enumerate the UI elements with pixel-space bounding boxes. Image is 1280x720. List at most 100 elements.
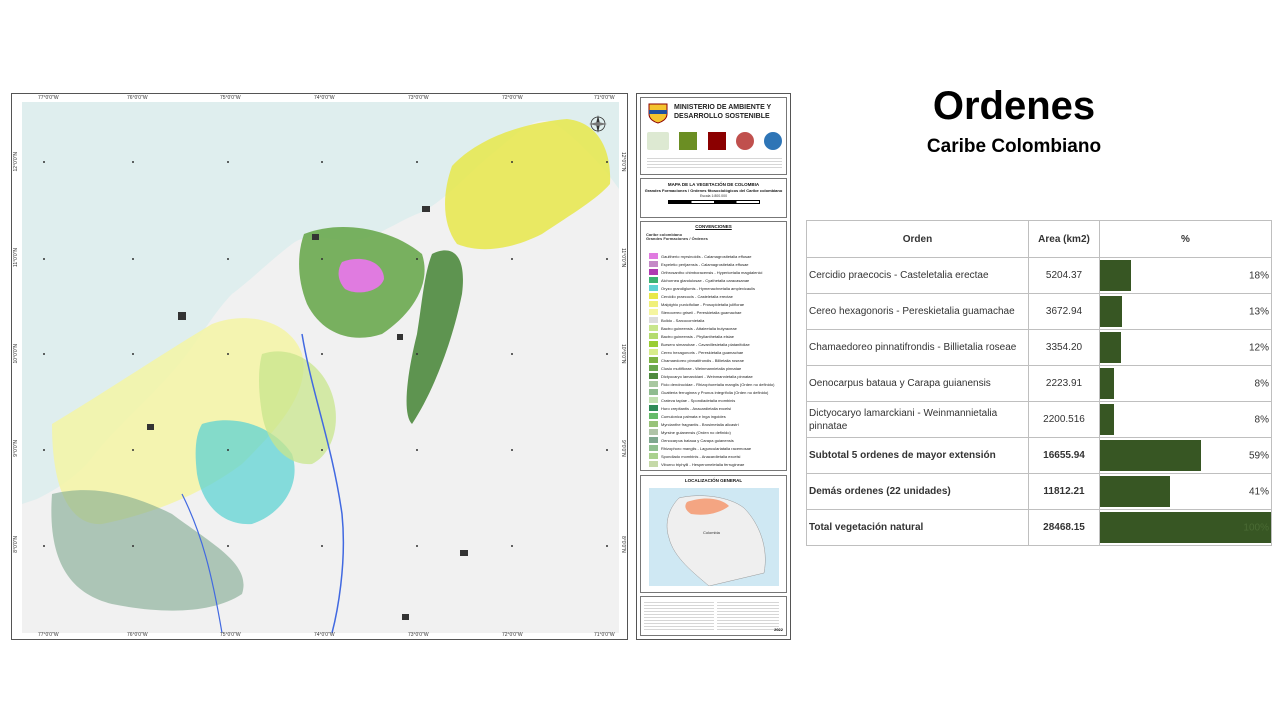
map-title-block: MAPA DE LA VEGETACIÓN DE COLOMBIA Grande… <box>640 178 787 218</box>
coord-label: 76°0'0"W <box>127 632 148 638</box>
table-row: Oenocarpus bataua y Carapa guianensis 222… <box>806 365 1272 402</box>
legend-swatch <box>649 269 658 275</box>
coord-label: 72°0'0"W <box>502 95 523 101</box>
ideam-logo-icon <box>764 132 782 150</box>
orden-name: Cercidio praecocis - Casteletalia erecta… <box>806 257 1029 294</box>
percent-cell: 41% <box>1099 473 1272 510</box>
legend-swatch <box>649 285 658 291</box>
coord-label: 9°0'0"N <box>13 440 19 457</box>
legend-swatch <box>649 357 658 363</box>
credits-text-block <box>647 156 782 170</box>
area-value: 11812.21 <box>1028 473 1100 510</box>
coord-label: 9°0'0"N <box>620 440 626 457</box>
coord-label: 8°0'0"N <box>13 536 19 553</box>
legend-label: Bursero simarubae - Cavanillesietalia pl… <box>661 341 750 347</box>
legend-item: Ficio dendrocidae - Rhizophoretalia mang… <box>649 380 774 388</box>
legend-label: Alchornea glandulosae - Cyathetalia cara… <box>661 277 750 283</box>
header-orden: Orden <box>806 220 1029 258</box>
coord-label: 75°0'0"W <box>220 632 241 638</box>
page-title: Ordenes <box>932 84 1096 128</box>
vegetation-map[interactable]: 77°0'0"W 76°0'0"W 75°0'0"W 74°0'0"W 73°0… <box>11 93 628 640</box>
coord-label: 75°0'0"W <box>220 95 241 101</box>
legend-swatch <box>649 253 658 259</box>
orden-name: Total vegetación natural <box>806 509 1029 546</box>
percent-cell: 59% <box>1099 437 1272 474</box>
institute-logo-icon <box>707 132 726 150</box>
coord-label: 74°0'0"W <box>314 95 335 101</box>
legend-label: Bactro guineensis - Phyllanthetalia elsi… <box>661 333 734 339</box>
city-marker <box>178 312 186 320</box>
coord-label: 71°0'0"W <box>594 95 615 101</box>
legend-item: Bactro guineensis - Phyllanthetalia elsi… <box>649 332 734 340</box>
legend-swatch <box>649 309 658 315</box>
conventions-block: CONVENCIONES Caribe colombiano Grandes F… <box>640 221 787 471</box>
area-value: 16655.94 <box>1028 437 1100 474</box>
legend-label: Myrsine guianensis (Orden no definido) <box>661 429 731 435</box>
institute-logo-icon <box>679 132 698 150</box>
institution-logos <box>647 130 782 152</box>
legend-item: Bolido - Sarcocornietalia <box>649 316 704 324</box>
table-row: Cereo hexagonoris - Pereskietalia guamac… <box>806 293 1272 330</box>
percent-label: 8% <box>1254 378 1269 389</box>
legend-label: Cercidio praecocis - Casteletalia erecta… <box>661 293 733 299</box>
legend-swatch <box>649 277 658 283</box>
percent-bar <box>1100 296 1123 327</box>
percent-bar <box>1100 332 1121 363</box>
coord-label: 12°0'0"N <box>620 152 626 172</box>
legend-item: Myrcianthe fragrantis - Brosimetalia ali… <box>649 420 739 428</box>
legend-swatch <box>649 413 658 419</box>
city-marker <box>460 550 468 556</box>
header-area: Area (km2) <box>1028 220 1100 258</box>
area-value: 2200.516 <box>1028 401 1100 438</box>
percent-label: 41% <box>1248 486 1269 497</box>
coord-label: 8°0'0"N <box>620 536 626 553</box>
percent-cell: 13% <box>1099 293 1272 330</box>
table-row: Demás ordenes (22 unidades) 11812.21 41% <box>806 473 1272 510</box>
page-subtitle: Caribe Colombiano <box>926 136 1102 157</box>
legend-label: Gaultherio myrsinoidis - Calamagrostieta… <box>661 253 752 259</box>
legend-label: Oryzo grandiglumis - Hymenachnetalia amp… <box>661 285 756 291</box>
area-value: 3354.20 <box>1028 329 1100 366</box>
legend-item: Chamaedoreo pinnatifrondis - Billietalia… <box>649 356 744 364</box>
table-header-row: Orden Area (km2) % <box>806 220 1272 258</box>
area-value: 28468.15 <box>1028 509 1100 546</box>
legend-swatch <box>649 317 658 323</box>
percent-label: 12% <box>1248 342 1269 353</box>
legend-swatch <box>649 325 658 331</box>
legend-label: Huro crepitantis - Anacardietalia excels… <box>661 405 732 411</box>
conventions-heading: CONVENCIONES <box>695 224 732 229</box>
location-country-label: Colombia <box>703 530 720 535</box>
legend-item: Crateva tapiae - Spondiadetalia mombinis <box>649 396 735 404</box>
legend-item: Cumulonica palmata e Inga ingoides <box>649 412 726 420</box>
legend-label: Clusio multiflorae - Weinmannietalia pin… <box>661 365 742 371</box>
percent-label: 100% <box>1243 522 1269 533</box>
legend-label: Spondiado mombinis - Anacardietalia exce… <box>661 453 741 459</box>
legend-swatch <box>649 405 658 411</box>
legend-label: Dictyocaryo lamarckiani - Weinmannietali… <box>661 373 753 379</box>
legend-item: Myrsine guianensis (Orden no definido) <box>649 428 731 436</box>
colombia-shield-icon <box>648 103 668 124</box>
legend-label: Cumulonica palmata e Inga ingoides <box>661 413 726 419</box>
legend-item: Espeletio perijaensis - Calamagrostietal… <box>649 260 749 268</box>
percent-label: 8% <box>1254 414 1269 425</box>
institute-logo-icon <box>735 132 754 150</box>
legend-label: Viburno triphylli - Hesperomeletalia fer… <box>661 461 745 467</box>
legend-swatch <box>649 301 658 307</box>
percent-bar <box>1100 260 1131 291</box>
legend-swatch <box>649 445 658 451</box>
legend-swatch <box>649 397 658 403</box>
group-label: Grandes Formaciones / Órdenes <box>646 236 708 241</box>
legend-item: Spondiado mombinis - Anacardietalia exce… <box>649 452 740 460</box>
legend-swatch <box>649 341 658 347</box>
legend-label: Ficio dendrocidae - Rhizophoretalia mang… <box>661 381 775 387</box>
table-row: Cercidio praecocis - Casteletalia erecta… <box>806 257 1272 294</box>
legend-swatch <box>649 461 658 467</box>
legend-label: Cereo hexagonoris - Pereskietalia guamac… <box>661 349 744 355</box>
legend-item: Cercidio praecocis - Casteletalia erecta… <box>649 292 733 300</box>
legend-swatch <box>649 389 658 395</box>
legend-label: Orthrosantho chimboracensis - Hypericeta… <box>661 269 763 275</box>
coord-label: 72°0'0"W <box>502 632 523 638</box>
legend-label: Espeletio perijaensis - Calamagrostietal… <box>661 261 749 267</box>
credits-footer: 2022 <box>640 596 787 636</box>
legend-item: Orthrosantho chimboracensis - Hypericeta… <box>649 268 762 276</box>
